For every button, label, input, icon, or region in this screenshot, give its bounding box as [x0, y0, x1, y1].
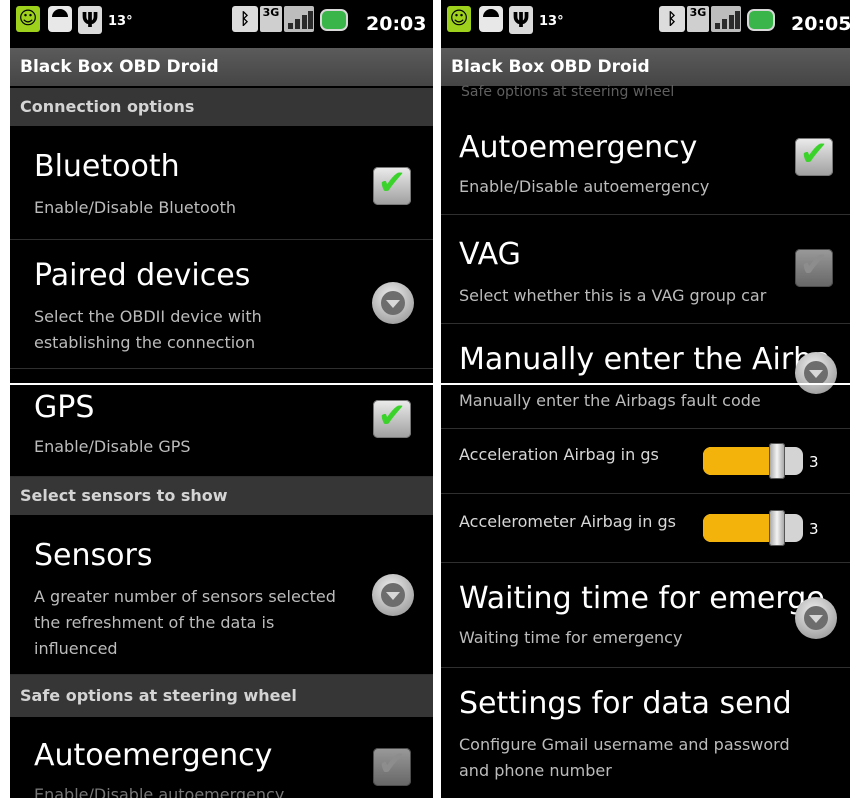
usb-icon: Ψ — [509, 6, 533, 34]
network-3g-icon: 3G — [260, 6, 282, 32]
accelerometer-airbag-slider[interactable]: 3 — [703, 510, 823, 546]
image-divider — [0, 383, 850, 385]
signal-icon — [711, 6, 741, 32]
pref-airbag-code[interactable]: Manually enter the Airba Manually enter … — [441, 324, 850, 429]
pref-data-send[interactable]: Settings for data send Configure Gmail u… — [441, 668, 850, 798]
dropdown-arrow-icon[interactable] — [372, 574, 414, 616]
network-3g-icon: 3G — [687, 6, 709, 32]
bluetooth-icon: ᛒ — [659, 6, 685, 32]
pref-title: Sensors — [34, 538, 153, 573]
partial-section-header: Safe options at steering wheel — [461, 84, 675, 100]
section-header-sensors: Select sensors to show — [10, 477, 433, 515]
pref-summary: Select whether this is a VAG group car — [459, 286, 767, 305]
battery-icon — [320, 9, 348, 31]
slider-thumb[interactable] — [769, 443, 785, 479]
section-header-safe-options: Safe options at steering wheel — [10, 675, 433, 717]
pref-vag[interactable]: VAG Select whether this is a VAG group c… — [441, 215, 850, 324]
pref-summary-line-1: A greater number of sensors selected — [34, 587, 336, 606]
pref-summary: Manually enter the Airbags fault code — [459, 391, 761, 410]
pref-title: Accelerometer Airbag in gs — [459, 512, 676, 531]
right-screen: ☺ Ψ 13° ᛒ 3G 20:05 Black Box OBD Droid S… — [441, 0, 850, 798]
pref-gps[interactable]: GPS Enable/Disable GPS ✔ — [10, 386, 433, 477]
pref-title: Bluetooth — [34, 149, 180, 184]
slider-fill — [703, 514, 773, 542]
left-screen: ☺ Ψ 13° ᛒ 3G 20:03 Black Box OBD Droid C… — [10, 0, 433, 798]
android-icon — [479, 6, 503, 32]
slider-value: 3 — [809, 453, 819, 471]
pref-bluetooth[interactable]: Bluetooth Enable/Disable Bluetooth ✔ — [10, 127, 433, 240]
slider-thumb[interactable] — [769, 510, 785, 546]
pref-summary-line-3: influenced — [34, 639, 118, 658]
bluetooth-checkbox[interactable]: ✔ — [373, 163, 411, 205]
pref-title: VAG — [459, 237, 521, 272]
checkmark-icon: ✔ — [377, 163, 407, 203]
pref-summary-line-1: Select the OBDII device with — [34, 307, 262, 326]
pref-accelerometer-airbag[interactable]: Accelerometer Airbag in gs 3 — [441, 494, 850, 563]
dropdown-arrow-icon[interactable] — [795, 352, 837, 394]
dropdown-arrow-icon[interactable] — [372, 282, 414, 324]
dropdown-arrow-icon[interactable] — [795, 597, 837, 639]
app-title: Black Box OBD Droid — [441, 48, 850, 86]
pref-title: Autoemergency — [459, 130, 698, 165]
pref-title: Paired devices — [34, 258, 251, 293]
vag-checkbox[interactable]: ✔ — [795, 245, 833, 287]
clock-text: 20:05 — [791, 13, 850, 35]
pref-title: Manually enter the Airba — [459, 342, 831, 377]
pref-acceleration-airbag[interactable]: Acceleration Airbag in gs 3 — [441, 429, 850, 494]
autoemergency-checkbox[interactable]: ✔ — [795, 134, 833, 176]
pref-title: Autoemergency — [34, 738, 273, 773]
status-bar: ☺ Ψ 13° ᛒ 3G 20:05 — [441, 0, 850, 48]
checkmark-icon: ✔ — [799, 134, 829, 174]
pref-summary-line-2: establishing the connection — [34, 333, 256, 352]
pref-summary: Enable/Disable autoemergency — [459, 177, 710, 196]
pref-title: Settings for data send — [459, 686, 792, 721]
pref-summary: Waiting time for emergency — [459, 628, 683, 647]
pref-waiting-time[interactable]: Waiting time for emerge Waiting time for… — [441, 563, 850, 668]
notification-icon: ☺ — [447, 6, 471, 32]
pref-title: Acceleration Airbag in gs — [459, 445, 659, 464]
notification-icon: ☺ — [16, 6, 40, 32]
temperature-text: 13° — [108, 14, 133, 29]
app-title: Black Box OBD Droid — [10, 48, 433, 86]
checkmark-icon: ✔ — [377, 744, 407, 784]
section-header-connection: Connection options — [10, 88, 433, 126]
pref-summary-line-2: and phone number — [459, 761, 612, 780]
pref-title: GPS — [34, 390, 95, 425]
pref-summary: Enable/Disable GPS — [34, 437, 191, 456]
pref-summary-line-1: Configure Gmail username and password — [459, 735, 790, 754]
pref-summary-line-2: the refreshment of the data is — [34, 613, 275, 632]
acceleration-airbag-slider[interactable]: 3 — [703, 443, 823, 479]
signal-icon — [284, 6, 314, 32]
pref-title: Waiting time for emerge — [459, 581, 825, 616]
pref-autoemergency[interactable]: Autoemergency Enable/Disable autoemergen… — [441, 100, 850, 215]
slider-value: 3 — [809, 520, 819, 538]
pref-summary: Enable/Disable Bluetooth — [34, 198, 236, 217]
pref-summary: Enable/Disable autoemergency — [34, 785, 285, 798]
bluetooth-icon: ᛒ — [232, 6, 258, 32]
pref-paired-devices[interactable]: Paired devices Select the OBDII device w… — [10, 240, 433, 369]
slider-fill — [703, 447, 773, 475]
pref-sensors[interactable]: Sensors A greater number of sensors sele… — [10, 516, 433, 675]
checkmark-icon: ✔ — [377, 396, 407, 436]
checkmark-icon: ✔ — [799, 245, 829, 285]
pref-autoemergency[interactable]: Autoemergency Enable/Disable autoemergen… — [10, 718, 433, 798]
usb-icon: Ψ — [78, 6, 102, 34]
autoemergency-checkbox[interactable]: ✔ — [373, 744, 411, 786]
status-bar: ☺ Ψ 13° ᛒ 3G 20:03 — [10, 0, 433, 48]
clock-text: 20:03 — [366, 13, 427, 35]
battery-icon — [747, 9, 775, 31]
android-icon — [48, 6, 72, 32]
temperature-text: 13° — [539, 14, 564, 29]
gps-checkbox[interactable]: ✔ — [373, 396, 411, 438]
